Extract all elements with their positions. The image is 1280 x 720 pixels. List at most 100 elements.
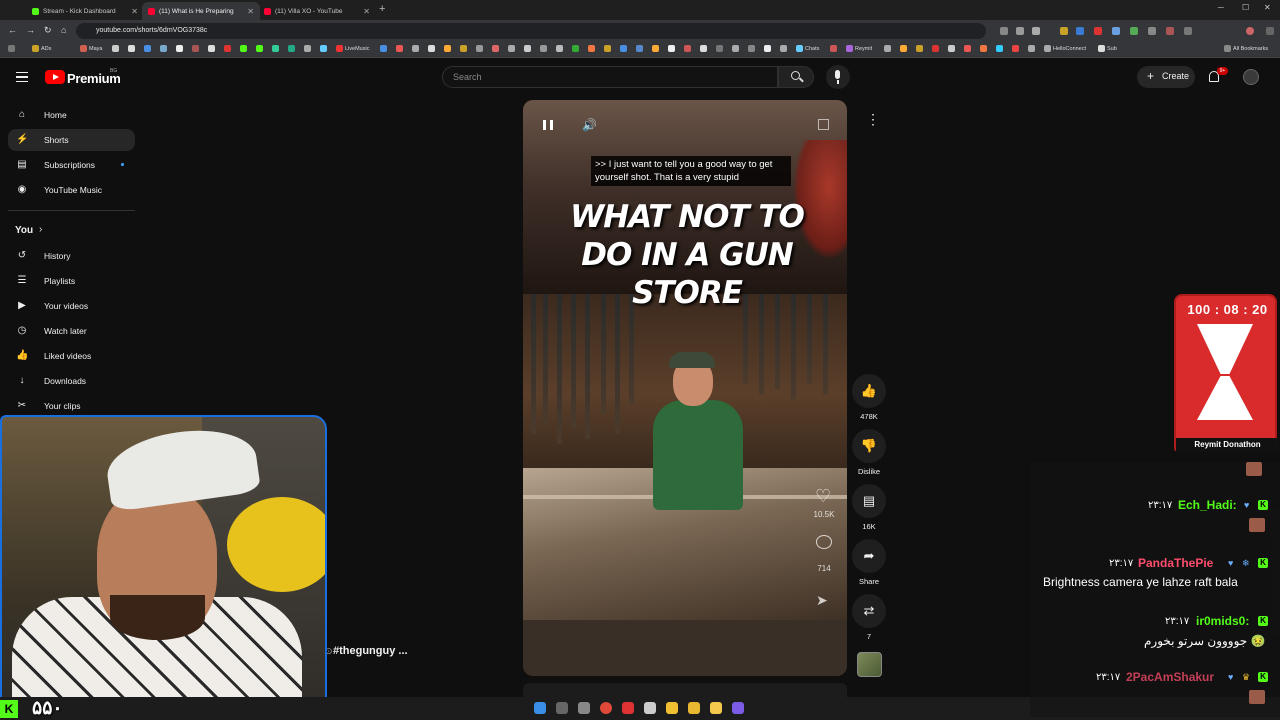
bookmark-chats[interactable]: Chats xyxy=(796,45,819,52)
sidebar-item-subscriptions[interactable]: ▤ Subscriptions xyxy=(8,154,135,176)
sidebar-item-playlists[interactable]: ☰ Playlists xyxy=(8,270,135,292)
bookmark-icon[interactable] xyxy=(980,45,987,52)
share-button[interactable]: ➦ Share xyxy=(852,539,886,586)
sidebar-item-your-clips[interactable]: ✂ Your clips xyxy=(8,395,135,417)
bookmark-icon[interactable] xyxy=(144,45,151,52)
bookmark-icon[interactable] xyxy=(412,45,419,52)
fullscreen-icon[interactable] xyxy=(818,119,829,130)
windows-start-icon[interactable] xyxy=(534,702,546,714)
menu-dots-icon[interactable] xyxy=(1266,27,1274,35)
forward-icon[interactable]: → xyxy=(26,25,35,35)
extension-icon[interactable] xyxy=(1060,27,1068,35)
bookmark-icon[interactable] xyxy=(304,45,311,52)
bookmark-ads[interactable]: ADs xyxy=(32,45,51,52)
bookmark-icon[interactable] xyxy=(272,45,279,52)
bookmark-livemusic[interactable]: LiveMusic xyxy=(336,45,369,52)
bookmark-icon[interactable] xyxy=(160,45,167,52)
bookmark-icon[interactable] xyxy=(396,45,403,52)
bookmark-icon[interactable] xyxy=(1028,45,1035,52)
bookmark-reymit[interactable]: Reymit xyxy=(846,45,872,52)
comments-button[interactable]: ▤ 16K xyxy=(852,484,886,531)
bookmark-icon[interactable] xyxy=(428,45,435,52)
sidebar-item-your-videos[interactable]: ▶ Your videos xyxy=(8,295,135,317)
extension-icon[interactable] xyxy=(1130,27,1138,35)
bookmark-icon[interactable] xyxy=(112,45,119,52)
youtube-taskbar-icon[interactable] xyxy=(622,702,634,714)
extension-icon[interactable] xyxy=(1112,27,1120,35)
bookmark-icon[interactable] xyxy=(996,45,1003,52)
bookmark-icon[interactable] xyxy=(716,45,723,52)
app-taskbar-icon[interactable] xyxy=(688,702,700,714)
reload-icon[interactable]: ↻ xyxy=(44,25,52,36)
sidebar-item-youtube-music[interactable]: ◉ YouTube Music xyxy=(8,179,135,201)
app-taskbar-icon[interactable] xyxy=(732,702,744,714)
bookmark-icon[interactable] xyxy=(684,45,691,52)
like-button[interactable]: 👍 478K xyxy=(852,374,886,421)
bookmark-icon[interactable] xyxy=(700,45,707,52)
bookmark-icon[interactable] xyxy=(572,45,579,52)
voice-search-icon[interactable] xyxy=(826,65,850,89)
bookmark-icon[interactable] xyxy=(176,45,183,52)
bookmark-icon[interactable] xyxy=(948,45,955,52)
bookmark-icon[interactable] xyxy=(460,45,467,52)
zoom-icon[interactable] xyxy=(1016,27,1024,35)
bookmark-icon[interactable] xyxy=(192,45,199,52)
sidebar-item-watch-later[interactable]: ◷ Watch later xyxy=(8,320,135,342)
bookmark-icon[interactable] xyxy=(900,45,907,52)
bookmark-icon[interactable] xyxy=(540,45,547,52)
youtube-logo-icon[interactable] xyxy=(45,70,65,84)
bookmark-icon[interactable] xyxy=(830,45,837,52)
sound-thumbnail[interactable] xyxy=(857,652,882,677)
sidebar-item-history[interactable]: ↺ History xyxy=(8,245,135,267)
bookmark-icon[interactable] xyxy=(256,45,263,52)
bookmark-icon[interactable] xyxy=(380,45,387,52)
bookmark-helloconnect[interactable]: HelloConnect xyxy=(1044,45,1086,52)
search-input[interactable]: Search xyxy=(442,66,778,88)
bookmark-icon[interactable] xyxy=(652,45,659,52)
tab-villa-xo[interactable]: (11) Villa XO - YouTube ✕ xyxy=(258,2,376,20)
bookmark-icon[interactable] xyxy=(524,45,531,52)
extension-icon[interactable] xyxy=(1076,27,1084,35)
bookmark-icon[interactable] xyxy=(288,45,295,52)
close-tab-icon[interactable]: ✕ xyxy=(131,7,138,16)
bookmark-icon[interactable] xyxy=(916,45,923,52)
all-bookmarks[interactable]: All Bookmarks xyxy=(1224,45,1268,52)
more-options-icon[interactable]: ⋮ xyxy=(866,112,880,126)
sidebar-item-shorts[interactable]: ⚡ Shorts xyxy=(8,129,135,151)
sidebar-item-liked-videos[interactable]: 👍 Liked videos xyxy=(8,345,135,367)
chrome-taskbar-icon[interactable] xyxy=(600,702,612,714)
maximize-icon[interactable]: ☐ xyxy=(1242,3,1249,12)
bookmark-icon[interactable] xyxy=(668,45,675,52)
hamburger-menu-icon[interactable] xyxy=(16,72,28,82)
url-bar[interactable]: youtube.com/shorts/6dmVOG3738c xyxy=(76,23,986,39)
chevron-right-icon[interactable]: › xyxy=(39,224,42,235)
bookmark-icon[interactable] xyxy=(604,45,611,52)
you-section-heading[interactable]: You xyxy=(15,225,33,236)
sidebar-item-home[interactable]: ⌂ Home xyxy=(8,104,135,126)
account-avatar[interactable] xyxy=(1243,69,1259,85)
app-taskbar-icon[interactable] xyxy=(578,702,590,714)
minimize-icon[interactable]: ─ xyxy=(1218,3,1224,12)
remix-button[interactable]: ⇄ 7 xyxy=(852,594,886,641)
app-taskbar-icon[interactable] xyxy=(666,702,678,714)
bookmark-maya[interactable]: Maya xyxy=(80,45,102,52)
bookmark-icon[interactable] xyxy=(320,45,327,52)
bookmark-icon[interactable] xyxy=(620,45,627,52)
bookmark-icon[interactable] xyxy=(1012,45,1019,52)
hashtag-link[interactable]: #thegunguy ... xyxy=(333,645,408,657)
bookmark-icon[interactable] xyxy=(128,45,135,52)
home-button-icon[interactable]: ⌂ xyxy=(61,25,66,35)
shorts-video-player[interactable]: >> I just want to tell you a good way to… xyxy=(523,100,847,676)
back-icon[interactable]: ← xyxy=(8,25,17,35)
bookmark-icon[interactable] xyxy=(224,45,231,52)
extension-icon[interactable] xyxy=(1166,27,1174,35)
bookmark-icon[interactable] xyxy=(932,45,939,52)
bookmark-apps-icon[interactable] xyxy=(8,45,15,52)
bookmark-icon[interactable] xyxy=(492,45,499,52)
bookmark-icon[interactable] xyxy=(636,45,643,52)
bookmark-icon[interactable] xyxy=(732,45,739,52)
close-window-icon[interactable]: ✕ xyxy=(1264,3,1271,12)
app-taskbar-icon[interactable] xyxy=(644,702,656,714)
search-taskbar-icon[interactable] xyxy=(556,702,568,714)
search-button[interactable] xyxy=(778,66,814,88)
